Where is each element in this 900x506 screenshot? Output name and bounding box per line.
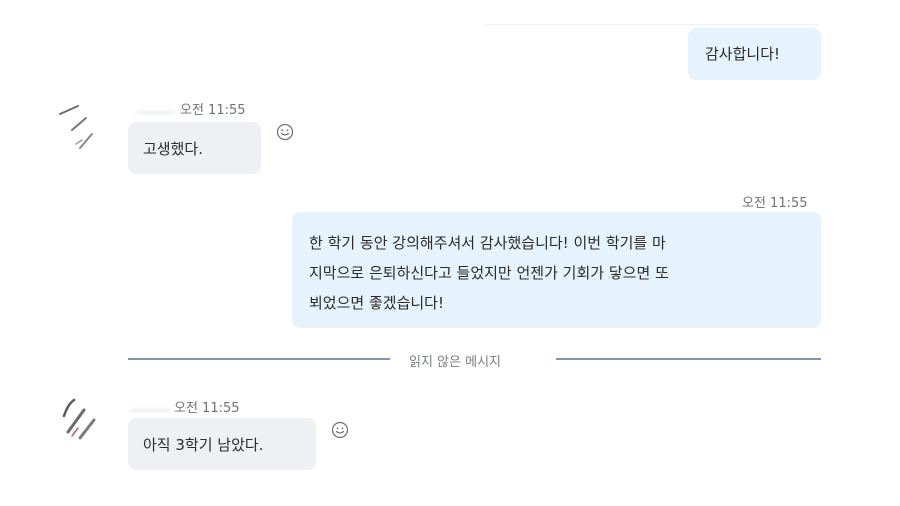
avatar-icon bbox=[59, 105, 93, 149]
outgoing-message-bubble[interactable]: 한 학기 동안 강의해주셔서 감사했습니다! 이번 학기를 마 지막으로 은퇴하… bbox=[292, 212, 821, 328]
sender-name-redacted bbox=[130, 406, 170, 411]
unread-divider-label: 읽지 않은 메시지 bbox=[409, 355, 501, 370]
avatar-icon bbox=[62, 398, 96, 440]
avatar[interactable] bbox=[54, 392, 110, 448]
reaction-button[interactable] bbox=[276, 123, 294, 141]
message-line: 지막으로 은퇴하신다고 들었지만 언젠가 기회가 닿으면 또 bbox=[309, 264, 669, 282]
sender-name-redacted bbox=[136, 108, 176, 113]
unread-divider-line-right bbox=[556, 358, 821, 360]
message-line: 한 학기 동안 강의해주셔서 감사했습니다! 이번 학기를 마 bbox=[309, 234, 666, 252]
message-time: 오전 11:55 bbox=[742, 196, 808, 211]
unread-divider-line-left bbox=[128, 358, 390, 360]
message-time: 오전 11:55 bbox=[180, 103, 246, 118]
incoming-message-bubble[interactable]: 아직 3학기 남았다. bbox=[128, 418, 316, 470]
message-time: 오전 11:55 bbox=[174, 401, 240, 416]
outgoing-message-bubble[interactable]: 감사합니다! bbox=[688, 28, 821, 80]
avatar[interactable] bbox=[52, 96, 108, 152]
message-text: 아직 3학기 남았다. bbox=[143, 436, 264, 454]
smiley-icon bbox=[331, 421, 349, 439]
sender-meta: 오전 11:55 bbox=[130, 397, 240, 416]
sender-meta: 오전 11:55 bbox=[136, 99, 246, 118]
reaction-button[interactable] bbox=[331, 421, 349, 439]
message-text: 고생했다. bbox=[143, 140, 203, 158]
incoming-message-bubble[interactable]: 고생했다. bbox=[128, 122, 261, 174]
smiley-icon bbox=[276, 123, 294, 141]
top-edge-line bbox=[485, 24, 820, 25]
message-line: 뵈었으면 좋겠습니다! bbox=[309, 294, 444, 312]
message-text: 감사합니다! bbox=[705, 45, 781, 63]
